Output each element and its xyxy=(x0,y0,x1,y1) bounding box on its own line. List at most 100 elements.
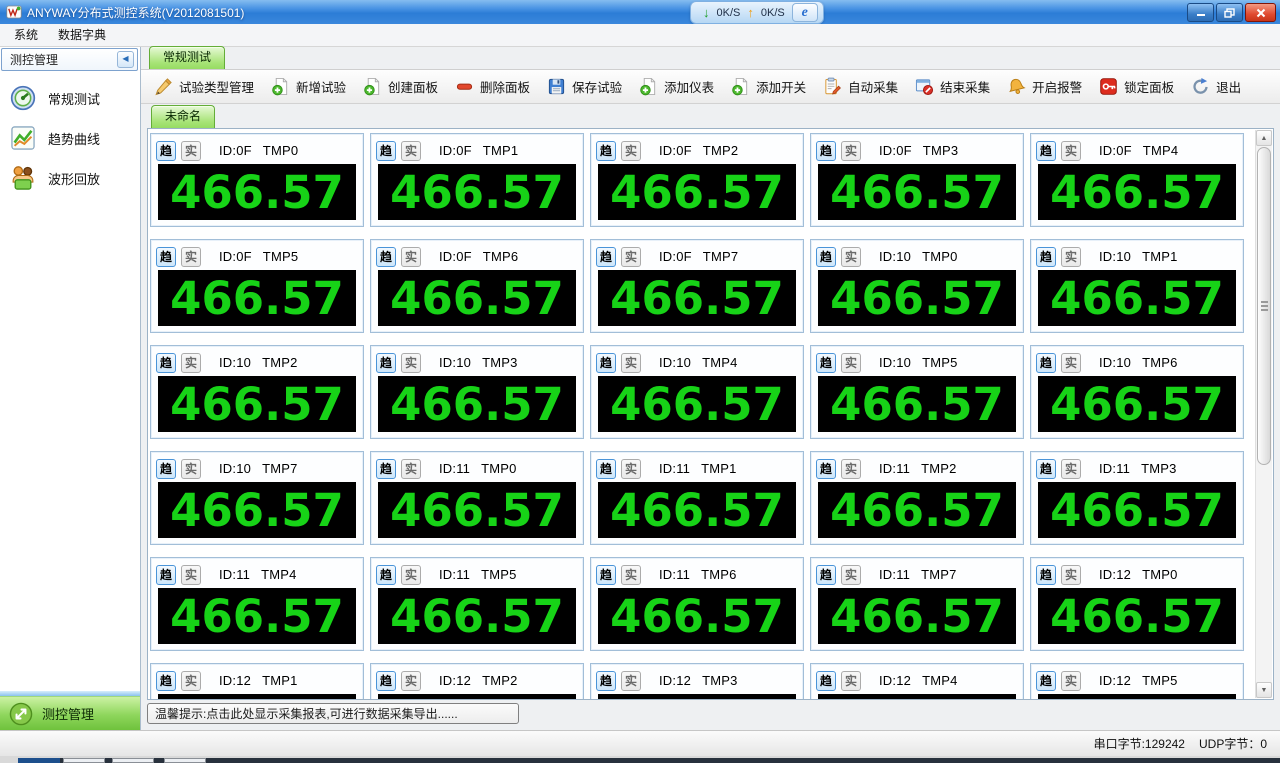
scroll-down-icon[interactable]: ▼ xyxy=(1256,682,1272,698)
meter-panel[interactable]: 趋 实 ID:11 TMP4 466.57 xyxy=(150,557,364,651)
meter-panel[interactable]: 趋 实 ID:10 TMP6 466.57 xyxy=(1030,345,1244,439)
realtime-button[interactable]: 实 xyxy=(181,140,201,161)
realtime-button[interactable]: 实 xyxy=(1061,564,1081,585)
meter-panel[interactable]: 趋 实 ID:11 TMP5 466.57 xyxy=(370,557,584,651)
trend-button[interactable]: 趋 xyxy=(596,246,616,267)
trend-button[interactable]: 趋 xyxy=(156,670,176,691)
sidebar-item[interactable]: 趋势曲线 xyxy=(0,119,139,157)
sidebar-item-measure-control[interactable]: 测控管理 xyxy=(0,696,140,730)
trend-button[interactable]: 趋 xyxy=(596,140,616,161)
realtime-button[interactable]: 实 xyxy=(841,670,861,691)
realtime-button[interactable]: 实 xyxy=(1061,458,1081,479)
collapse-sidebar-button[interactable]: ◀ xyxy=(117,51,134,68)
realtime-button[interactable]: 实 xyxy=(1061,670,1081,691)
toolbar-button[interactable]: 结束采集 xyxy=(915,77,990,96)
toolbar-button[interactable]: 锁定面板 xyxy=(1099,77,1174,96)
toolbar-button[interactable]: 新增试验 xyxy=(271,77,346,96)
tab-regular-test[interactable]: 常规测试 xyxy=(149,46,226,69)
trend-button[interactable]: 趋 xyxy=(816,670,836,691)
trend-button[interactable]: 趋 xyxy=(156,458,176,479)
realtime-button[interactable]: 实 xyxy=(621,670,641,691)
meter-panel[interactable]: 趋 实 ID:11 TMP6 466.57 xyxy=(590,557,804,651)
meter-panel[interactable]: 趋 实 ID:0F TMP2 466.57 xyxy=(590,133,804,227)
trend-button[interactable]: 趋 xyxy=(156,352,176,373)
toolbar-button[interactable]: 试验类型管理 xyxy=(154,77,254,96)
meter-panel[interactable]: 趋 实 ID:12 TMP1 466.57 xyxy=(150,663,364,699)
realtime-button[interactable]: 实 xyxy=(181,670,201,691)
realtime-button[interactable]: 实 xyxy=(621,246,641,267)
realtime-button[interactable]: 实 xyxy=(1061,352,1081,373)
meter-panel[interactable]: 趋 实 ID:11 TMP0 466.57 xyxy=(370,451,584,545)
browser-icon[interactable]: e xyxy=(791,3,818,22)
toolbar-button[interactable]: 自动采集 xyxy=(823,77,898,96)
realtime-button[interactable]: 实 xyxy=(841,352,861,373)
collection-report-tip[interactable]: 温馨提示:点击此处显示采集报表,可进行数据采集导出...... xyxy=(147,703,519,724)
realtime-button[interactable]: 实 xyxy=(841,246,861,267)
realtime-button[interactable]: 实 xyxy=(841,458,861,479)
toolbar-button[interactable]: 保存试验 xyxy=(547,77,622,96)
meter-panel[interactable]: 趋 实 ID:12 TMP2 466.57 xyxy=(370,663,584,699)
meter-panel[interactable]: 趋 实 ID:0F TMP4 466.57 xyxy=(1030,133,1244,227)
trend-button[interactable]: 趋 xyxy=(1036,670,1056,691)
trend-button[interactable]: 趋 xyxy=(816,458,836,479)
trend-button[interactable]: 趋 xyxy=(1036,246,1056,267)
realtime-button[interactable]: 实 xyxy=(401,670,421,691)
trend-button[interactable]: 趋 xyxy=(376,246,396,267)
meter-panel[interactable]: 趋 实 ID:0F TMP3 466.57 xyxy=(810,133,1024,227)
realtime-button[interactable]: 实 xyxy=(841,140,861,161)
scroll-up-icon[interactable]: ▲ xyxy=(1256,130,1272,146)
close-button[interactable] xyxy=(1245,3,1276,22)
trend-button[interactable]: 趋 xyxy=(376,352,396,373)
meter-panel[interactable]: 趋 实 ID:12 TMP4 466.57 xyxy=(810,663,1024,699)
realtime-button[interactable]: 实 xyxy=(841,564,861,585)
toolbar-button[interactable]: 创建面板 xyxy=(363,77,438,96)
meter-panel[interactable]: 趋 实 ID:11 TMP2 466.57 xyxy=(810,451,1024,545)
realtime-button[interactable]: 实 xyxy=(401,564,421,585)
meter-panel[interactable]: 趋 实 ID:10 TMP7 466.57 xyxy=(150,451,364,545)
trend-button[interactable]: 趋 xyxy=(376,670,396,691)
meter-panel[interactable]: 趋 实 ID:0F TMP0 466.57 xyxy=(150,133,364,227)
minimize-button[interactable] xyxy=(1187,3,1214,22)
realtime-button[interactable]: 实 xyxy=(181,352,201,373)
trend-button[interactable]: 趋 xyxy=(156,246,176,267)
trend-button[interactable]: 趋 xyxy=(816,564,836,585)
meter-panel[interactable]: 趋 实 ID:10 TMP2 466.57 xyxy=(150,345,364,439)
realtime-button[interactable]: 实 xyxy=(401,140,421,161)
meter-panel[interactable]: 趋 实 ID:0F TMP5 466.57 xyxy=(150,239,364,333)
network-speed-widget[interactable]: ↓ 0K/S ↑ 0K/S e xyxy=(690,1,824,24)
meter-panel[interactable]: 趋 实 ID:10 TMP4 466.57 xyxy=(590,345,804,439)
realtime-button[interactable]: 实 xyxy=(401,458,421,479)
trend-button[interactable]: 趋 xyxy=(376,458,396,479)
realtime-button[interactable]: 实 xyxy=(401,352,421,373)
realtime-button[interactable]: 实 xyxy=(401,246,421,267)
sidebar-item[interactable]: 波形回放 xyxy=(0,159,139,197)
meter-panel[interactable]: 趋 实 ID:0F TMP7 466.57 xyxy=(590,239,804,333)
realtime-button[interactable]: 实 xyxy=(181,564,201,585)
trend-button[interactable]: 趋 xyxy=(376,564,396,585)
realtime-button[interactable]: 实 xyxy=(621,564,641,585)
toolbar-button[interactable]: 开启报警 xyxy=(1007,77,1082,96)
menu-item[interactable]: 系统 xyxy=(4,24,48,46)
scrollbar-thumb[interactable] xyxy=(1257,147,1271,465)
toolbar-button[interactable]: 退出 xyxy=(1191,77,1241,96)
meter-panel[interactable]: 趋 实 ID:11 TMP7 466.57 xyxy=(810,557,1024,651)
realtime-button[interactable]: 实 xyxy=(1061,140,1081,161)
restore-button[interactable] xyxy=(1216,3,1243,22)
meter-panel[interactable]: 趋 实 ID:0F TMP1 466.57 xyxy=(370,133,584,227)
realtime-button[interactable]: 实 xyxy=(1061,246,1081,267)
trend-button[interactable]: 趋 xyxy=(156,140,176,161)
tab-unnamed-panel[interactable]: 未命名 xyxy=(151,105,216,128)
realtime-button[interactable]: 实 xyxy=(181,246,201,267)
trend-button[interactable]: 趋 xyxy=(1036,140,1056,161)
trend-button[interactable]: 趋 xyxy=(1036,564,1056,585)
meter-panel[interactable]: 趋 实 ID:0F TMP6 466.57 xyxy=(370,239,584,333)
meter-panel[interactable]: 趋 实 ID:12 TMP5 466.57 xyxy=(1030,663,1244,699)
trend-button[interactable]: 趋 xyxy=(1036,458,1056,479)
realtime-button[interactable]: 实 xyxy=(621,458,641,479)
vertical-scrollbar[interactable]: ▲ ▼ xyxy=(1255,130,1272,698)
meter-panel[interactable]: 趋 实 ID:12 TMP0 466.57 xyxy=(1030,557,1244,651)
trend-button[interactable]: 趋 xyxy=(376,140,396,161)
menu-item[interactable]: 数据字典 xyxy=(48,24,116,46)
trend-button[interactable]: 趋 xyxy=(156,564,176,585)
realtime-button[interactable]: 实 xyxy=(621,352,641,373)
